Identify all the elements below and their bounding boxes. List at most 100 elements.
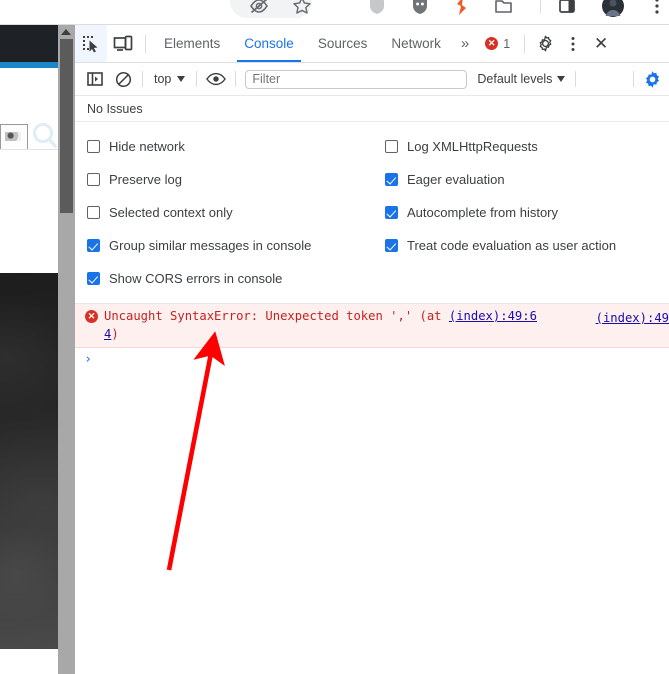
browser-toolbar — [0, 0, 669, 25]
sidepanel-icon[interactable] — [555, 0, 579, 18]
checkbox-box[interactable] — [87, 173, 100, 186]
devtools-tabbar: Elements Console Sources Network » ✕ 1 ✕ — [75, 25, 669, 63]
console-error-source-anchor[interactable]: (index):49 — [596, 309, 669, 327]
close-glyph: ✕ — [594, 33, 609, 53]
checkbox-preserve-log[interactable]: Preserve log — [75, 172, 380, 187]
console-output: ✕ Uncaught SyntaxError: Unexpected token… — [75, 304, 669, 374]
checkbox-label: Eager evaluation — [407, 172, 505, 187]
checkbox-selected-context-only[interactable]: Selected context only — [75, 205, 380, 220]
checkbox-log-xmlhttprequests[interactable]: Log XMLHttpRequests — [380, 139, 538, 154]
page-thumbnail — [0, 124, 28, 152]
chevron-down-icon — [177, 76, 186, 82]
close-icon[interactable]: ✕ — [587, 25, 615, 62]
filterbar-divider-3 — [235, 71, 237, 87]
console-error-text-before: Uncaught SyntaxError: Unexpected token '… — [104, 309, 449, 323]
star-icon[interactable] — [290, 0, 314, 18]
gear-icon[interactable] — [531, 25, 559, 62]
kebab-menu-icon[interactable] — [645, 0, 669, 18]
checkbox-label: Autocomplete from history — [407, 205, 559, 220]
inspect-element-icon[interactable] — [75, 25, 107, 62]
checkbox-box[interactable] — [385, 239, 398, 252]
issues-bar[interactable]: No Issues — [75, 96, 669, 122]
checkbox-label: Group similar messages in console — [109, 238, 312, 253]
console-error-message[interactable]: ✕ Uncaught SyntaxError: Unexpected token… — [75, 304, 669, 348]
eye-crossed-icon[interactable] — [247, 0, 271, 18]
checkbox-label: Selected context only — [109, 205, 233, 220]
clear-console-icon[interactable] — [109, 66, 137, 92]
filterbar-divider-2 — [196, 71, 198, 87]
more-tabs-button[interactable]: » — [453, 25, 477, 62]
console-prompt-row[interactable]: › — [75, 348, 669, 374]
checkbox-group-similar-messages[interactable]: Group similar messages in console — [75, 238, 380, 253]
checkbox-box[interactable] — [385, 140, 398, 153]
checkbox-box[interactable] — [385, 173, 398, 186]
shield-gray-icon[interactable] — [365, 0, 389, 18]
tab-console[interactable]: Console — [232, 25, 306, 62]
scrollbar-thumb[interactable] — [60, 39, 73, 213]
profile-avatar[interactable] — [601, 0, 625, 18]
page-scrollbar[interactable] — [58, 25, 75, 674]
console-filter-toolbar: top Default levels — [75, 63, 669, 96]
console-error-text: Uncaught SyntaxError: Unexpected token '… — [104, 307, 551, 343]
gear-icon-active[interactable] — [639, 70, 665, 89]
error-circle-icon: ✕ — [485, 37, 499, 50]
page-section-white-mid — [0, 150, 58, 273]
tab-sources[interactable]: Sources — [306, 25, 380, 62]
settings-row: Group similar messages in console Treat … — [75, 229, 669, 262]
screenshot-root: Elements Console Sources Network » ✕ 1 ✕… — [0, 0, 669, 674]
execution-context-dropdown[interactable]: top — [148, 72, 191, 86]
tabbar-divider — [145, 34, 146, 53]
devtools-panel: Elements Console Sources Network » ✕ 1 ✕… — [75, 25, 669, 674]
page-section-dark-body — [0, 273, 58, 649]
checkbox-label: Show CORS errors in console — [109, 271, 283, 286]
ghost-shield-icon[interactable] — [408, 0, 432, 18]
device-toolbar-icon[interactable] — [107, 25, 139, 62]
checkbox-box[interactable] — [87, 206, 100, 219]
tab-network-label: Network — [391, 36, 441, 51]
filterbar-divider-5 — [633, 71, 634, 87]
error-count-label: 1 — [503, 36, 511, 51]
checkbox-box[interactable] — [87, 239, 100, 252]
checkbox-label: Treat code evaluation as user action — [407, 238, 617, 253]
checkbox-label: Hide network — [109, 139, 185, 154]
error-glyph: ✕ — [87, 311, 96, 321]
tab-network[interactable]: Network — [379, 25, 453, 62]
filterbar-divider-1 — [142, 71, 143, 87]
checkbox-eager-evaluation[interactable]: Eager evaluation — [380, 172, 505, 187]
page-header-dark — [0, 25, 58, 62]
scroll-up-arrow-icon[interactable] — [61, 29, 71, 35]
tabbar-divider-2 — [524, 34, 526, 53]
checkbox-hide-network[interactable]: Hide network — [75, 139, 380, 154]
checkbox-box[interactable] — [87, 140, 100, 153]
settings-row: Selected context only Autocomplete from … — [75, 196, 669, 229]
error-count-badge[interactable]: ✕ 1 — [477, 25, 518, 62]
settings-row: Hide network Log XMLHttpRequests — [75, 130, 669, 163]
eye-icon[interactable] — [202, 66, 230, 92]
filterbar-divider-4 — [575, 71, 577, 87]
search-icon — [30, 120, 58, 152]
orange-cone-icon[interactable] — [450, 0, 474, 18]
log-levels-dropdown[interactable]: Default levels — [477, 72, 566, 86]
console-prompt-input[interactable] — [101, 352, 669, 368]
kebab-menu-icon[interactable] — [559, 25, 587, 62]
sidebar-toggle-icon[interactable] — [81, 66, 109, 92]
chevron-right-icon: › — [84, 352, 92, 367]
checkbox-label: Log XMLHttpRequests — [407, 139, 538, 154]
checkbox-box[interactable] — [385, 206, 398, 219]
checkbox-box[interactable] — [87, 272, 100, 285]
settings-row: Show CORS errors in console — [75, 262, 669, 295]
page-section-white-top — [0, 68, 58, 152]
tab-elements[interactable]: Elements — [152, 25, 232, 62]
checkbox-autocomplete-from-history[interactable]: Autocomplete from history — [380, 205, 558, 220]
error-glyph: ✕ — [487, 38, 496, 48]
issues-label: No Issues — [87, 101, 143, 116]
tab-console-label: Console — [244, 36, 294, 51]
checkbox-treat-code-evaluation-as-user-action[interactable]: Treat code evaluation as user action — [380, 238, 616, 253]
error-circle-icon: ✕ — [85, 310, 98, 323]
filter-input[interactable] — [245, 69, 468, 89]
page-content-behind — [0, 25, 58, 674]
folder-outline-icon[interactable] — [492, 0, 516, 18]
console-settings-pane: Hide network Log XMLHttpRequests Preserv… — [75, 122, 669, 304]
checkbox-show-cors-errors[interactable]: Show CORS errors in console — [75, 271, 380, 286]
tab-sources-label: Sources — [317, 36, 368, 51]
